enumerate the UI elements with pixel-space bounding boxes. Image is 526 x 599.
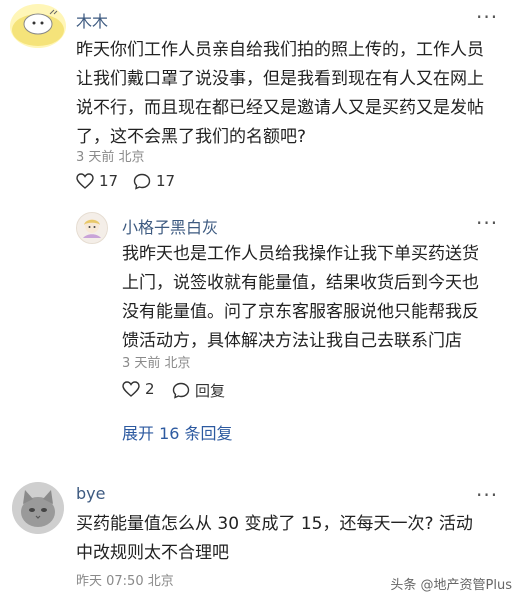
avatar-cat-icon bbox=[12, 482, 64, 534]
heart-icon bbox=[122, 381, 140, 397]
watermark-text: 头条 @地产资管Plus bbox=[390, 578, 512, 593]
avatar-cartoon-icon bbox=[12, 9, 64, 46]
comment-meta: 昨天 07:50 北京 bbox=[76, 574, 174, 589]
comment-text: 昨天你们工作人员亲自给我们拍的照上传的，工作人员 让我们戴口罩了说没事，但是我看… bbox=[76, 36, 516, 152]
comment-text-line: 没有能量值。问了京东客服客服说他只能帮我反 bbox=[122, 302, 479, 322]
comment-bubble-icon bbox=[172, 382, 190, 399]
username[interactable]: bye bbox=[76, 484, 105, 503]
comment-text-line: 我昨天也是工作人员给我操作让我下单买药送货 bbox=[122, 244, 479, 264]
comment-meta: 3 天前 北京 bbox=[76, 150, 145, 165]
more-dots-icon[interactable]: ··· bbox=[476, 213, 498, 233]
comment-meta: 3 天前 北京 bbox=[122, 356, 191, 371]
comment-1: 木木 ··· 昨天你们工作人员亲自给我们拍的照上传的，工作人员 让我们戴口罩了说… bbox=[0, 0, 526, 200]
comment-text-line: 让我们戴口罩了说没事，但是我看到现在有人又在网上 bbox=[76, 69, 484, 89]
reply-button[interactable]: 17 bbox=[133, 172, 175, 190]
comment-text-line: 中改规则太不合理吧 bbox=[76, 543, 229, 563]
heart-icon bbox=[76, 173, 94, 189]
reply-label: 回复 bbox=[195, 382, 226, 400]
avatar[interactable] bbox=[10, 4, 66, 48]
comment-text: 我昨天也是工作人员给我操作让我下单买药送货 上门，说签收就有能量值，结果收货后到… bbox=[122, 240, 512, 356]
username[interactable]: 木木 bbox=[76, 8, 108, 32]
avatar[interactable] bbox=[12, 482, 64, 534]
more-dots-icon[interactable]: ··· bbox=[476, 7, 498, 27]
like-button[interactable]: 17 bbox=[76, 172, 118, 190]
like-button[interactable]: 2 bbox=[122, 380, 155, 398]
reply-count: 17 bbox=[156, 172, 176, 190]
avatar[interactable] bbox=[76, 212, 108, 244]
more-dots-icon[interactable]: ··· bbox=[476, 485, 498, 505]
comment-text-line: 昨天你们工作人员亲自给我们拍的照上传的，工作人员 bbox=[76, 40, 484, 60]
comment-text-line: 买药能量值怎么从 30 变成了 15，还每天一次? 活动 bbox=[76, 514, 473, 534]
reply-button[interactable]: 回复 bbox=[172, 380, 225, 401]
reply-comment: 小格子黑白灰 ··· 我昨天也是工作人员给我操作让我下单买药送货 上门，说签收就… bbox=[0, 200, 526, 450]
comment-bubble-icon bbox=[133, 173, 151, 190]
avatar-illustration-icon bbox=[77, 213, 107, 243]
comment-text-line: 上门，说签收就有能量值，结果收货后到今天也 bbox=[122, 273, 479, 293]
like-count: 17 bbox=[99, 172, 119, 190]
watermark: 头条 @地产资管Plus bbox=[390, 574, 512, 593]
comment-text-line: 说不行，而且现在都已经又是邀请人又是买药又是发帖 bbox=[76, 98, 484, 118]
username[interactable]: 小格子黑白灰 bbox=[122, 214, 218, 238]
like-count: 2 bbox=[145, 380, 155, 398]
comment-text: 买药能量值怎么从 30 变成了 15，还每天一次? 活动 中改规则太不合理吧 bbox=[76, 510, 516, 568]
expand-replies-link[interactable]: 展开 16 条回复 bbox=[122, 420, 233, 444]
